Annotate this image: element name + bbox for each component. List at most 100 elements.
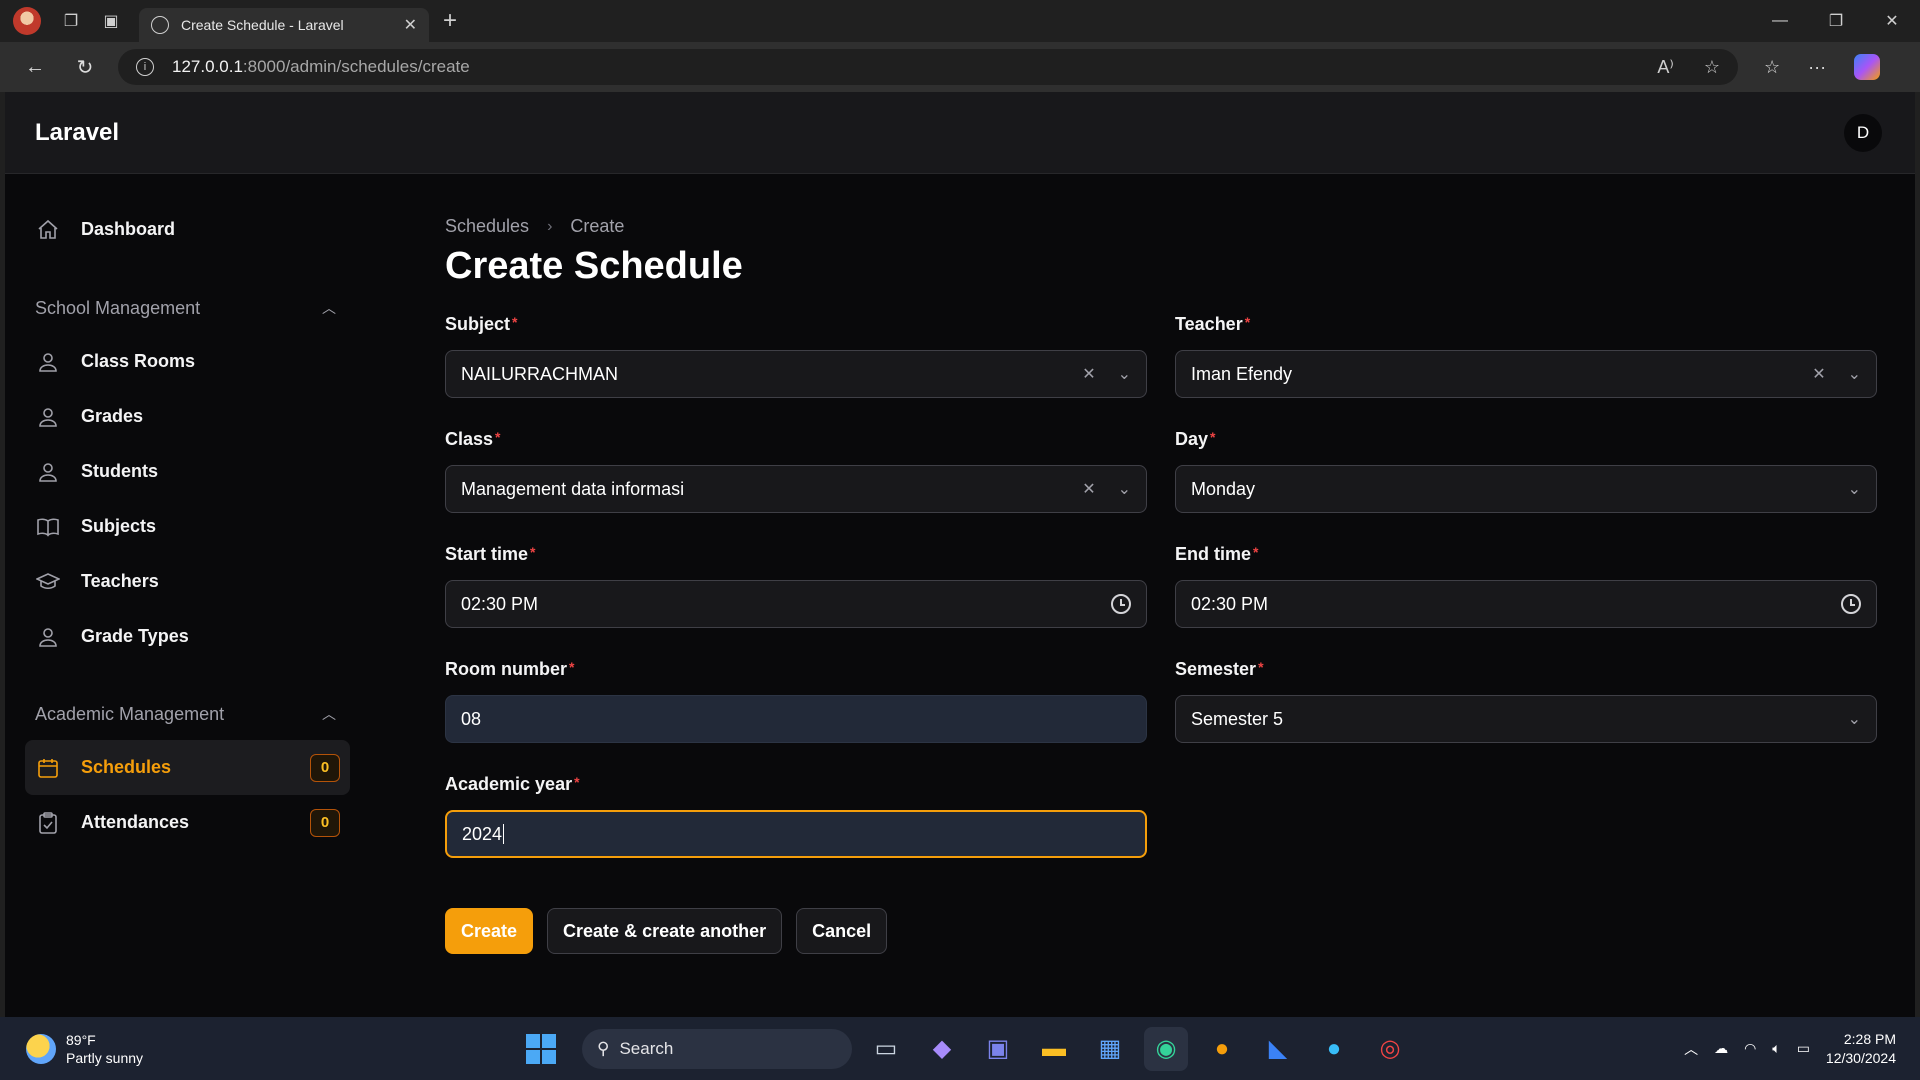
schedule-form: Subject * NAILURRACHMAN ✕ ⌄ Teacher * Iman … — [445, 314, 1887, 954]
system-clock[interactable]: 2:28 PM 12/30/2024 — [1826, 1030, 1896, 1068]
field-label: Day * — [1175, 429, 1877, 453]
clock-icon[interactable] — [1111, 594, 1131, 614]
tab-title: Create Schedule - Laravel — [181, 17, 344, 33]
sidebar-item-class-rooms[interactable]: Class Rooms — [25, 334, 350, 389]
minimize-icon[interactable]: — — [1752, 0, 1808, 42]
breadcrumb-current: Create — [570, 216, 625, 236]
site-info-icon[interactable]: i — [136, 58, 154, 76]
start-time-input[interactable]: 02:30 PM — [445, 580, 1147, 628]
create-another-button[interactable]: Create & create another — [547, 908, 783, 954]
field-label: Semester * — [1175, 659, 1877, 683]
teacher-field: Teacher * Iman Efendy ✕ ⌄ — [1175, 314, 1877, 398]
clipboard-icon — [35, 810, 61, 836]
taskbar-apps: ⚲ Search ▭ ◆ ▣ ▬ ▦ ◉ ● ◣ ● ◎ — [526, 1017, 1412, 1080]
group-header-school-management[interactable]: School Management ︿ — [25, 282, 350, 334]
main-content: Schedules › Create Create Schedule Subje… — [445, 174, 1885, 954]
more-menu-icon[interactable]: ··· — [1808, 57, 1826, 78]
store-icon[interactable]: ▦ — [1088, 1027, 1132, 1071]
cancel-button[interactable]: Cancel — [796, 908, 888, 954]
sidebar-item-grades[interactable]: Grades — [25, 389, 350, 444]
teams-icon[interactable]: ▣ — [976, 1027, 1020, 1071]
page-title: Create Schedule — [445, 245, 743, 287]
taskbar-search[interactable]: ⚲ Search — [582, 1028, 852, 1069]
chevron-up-icon[interactable]: ︿ — [322, 704, 336, 724]
sidebar-item-dashboard[interactable]: Dashboard — [25, 202, 350, 257]
app-topbar: Laravel D — [5, 92, 1915, 174]
required-asterisk: * — [1244, 314, 1251, 330]
clear-icon[interactable]: ✕ — [1082, 364, 1095, 384]
form-actions: Create Create & create another Cancel — [445, 908, 888, 954]
browser-tab[interactable]: Create Schedule - Laravel ✕ — [139, 8, 429, 42]
user-icon — [35, 404, 61, 430]
weather-widget[interactable]: 89°F Partly sunny — [26, 1031, 143, 1067]
day-select[interactable]: Monday ⌄ — [1175, 465, 1877, 513]
tab-actions-icon[interactable]: ▣ — [91, 0, 131, 42]
subject-select[interactable]: NAILURRACHMAN ✕ ⌄ — [445, 350, 1147, 398]
onedrive-icon[interactable]: ☁ — [1714, 1040, 1728, 1057]
url-bar[interactable]: i 127.0.0.1 :8000/admin/schedules/create… — [118, 49, 1738, 85]
sidebar-item-schedules[interactable]: Schedules 0 — [25, 740, 350, 795]
start-time-field: Start time * 02:30 PM — [445, 544, 1147, 628]
clear-icon[interactable]: ✕ — [1812, 364, 1825, 384]
app-icon[interactable]: ● — [1312, 1027, 1356, 1071]
chevron-up-icon[interactable]: ︿ — [1684, 1039, 1698, 1059]
teacher-select[interactable]: Iman Efendy ✕ ⌄ — [1175, 350, 1877, 398]
collections-icon[interactable]: ❐ — [51, 0, 91, 42]
chevron-down-icon[interactable]: ⌄ — [1118, 364, 1131, 384]
input-value: 08 — [461, 708, 482, 729]
windows-start-icon[interactable] — [526, 1033, 556, 1064]
class-select[interactable]: Management data informasi ✕ ⌄ — [445, 465, 1147, 513]
copilot-icon[interactable] — [1854, 54, 1881, 80]
close-tab-icon[interactable]: ✕ — [404, 15, 417, 35]
clock-date: 12/30/2024 — [1825, 1049, 1896, 1066]
back-icon[interactable]: ← — [10, 42, 60, 92]
room-number-input[interactable]: 08 — [445, 695, 1147, 743]
home-icon — [35, 217, 61, 243]
label-text: Day — [1175, 429, 1209, 449]
chevron-up-icon[interactable]: ︿ — [322, 298, 336, 318]
user-icon — [35, 459, 61, 485]
read-aloud-icon[interactable]: A⁾ — [1657, 57, 1673, 78]
profile-avatar[interactable] — [13, 7, 41, 35]
breadcrumb-schedules[interactable]: Schedules — [445, 216, 529, 237]
restore-icon[interactable]: ❐ — [1808, 0, 1864, 42]
chevron-down-icon[interactable]: ⌄ — [1848, 709, 1861, 729]
window-controls: — ❐ ✕ — [1752, 0, 1920, 42]
sidebar-item-teachers[interactable]: Teachers — [25, 554, 350, 609]
sidebar-item-subjects[interactable]: Subjects — [25, 499, 350, 554]
text-caret — [503, 824, 505, 844]
sidebar-item-grade-types[interactable]: Grade Types — [25, 609, 350, 664]
weather-temp: 89°F — [66, 1031, 96, 1048]
favorites-icon[interactable]: ☆ — [1764, 57, 1780, 78]
edge-icon[interactable]: ◉ — [1144, 1026, 1188, 1071]
academic-year-input[interactable]: 2024 — [445, 810, 1147, 858]
user-avatar[interactable]: D — [1844, 113, 1882, 152]
close-window-icon[interactable]: ✕ — [1864, 0, 1920, 42]
copilot-app-icon[interactable]: ◆ — [920, 1027, 964, 1071]
favorite-star-icon[interactable]: ☆ — [1704, 57, 1720, 78]
chevron-down-icon[interactable]: ⌄ — [1118, 479, 1131, 499]
chevron-down-icon[interactable]: ⌄ — [1848, 364, 1861, 384]
semester-select[interactable]: Semester 5 ⌄ — [1175, 695, 1877, 743]
medal-app-icon[interactable]: ● — [1200, 1027, 1244, 1071]
refresh-icon[interactable]: ↻ — [60, 42, 110, 92]
battery-icon[interactable]: ▭ — [1797, 1040, 1810, 1057]
chevron-down-icon[interactable]: ⌄ — [1848, 479, 1861, 499]
group-header-academic-management[interactable]: Academic Management ︿ — [25, 688, 350, 740]
chrome-icon[interactable]: ◎ — [1368, 1027, 1412, 1071]
selected-value: NAILURRACHMAN — [461, 363, 619, 384]
volume-icon[interactable]: 🔈︎ — [1772, 1040, 1780, 1057]
clock-icon[interactable] — [1841, 594, 1861, 614]
vscode-icon[interactable]: ◣ — [1256, 1027, 1300, 1071]
sidebar-item-attendances[interactable]: Attendances 0 — [25, 795, 350, 850]
brand-logo[interactable]: Laravel — [35, 119, 119, 147]
end-time-input[interactable]: 02:30 PM — [1175, 580, 1877, 628]
search-icon: ⚲ — [597, 1038, 610, 1058]
sidebar-item-students[interactable]: Students — [25, 444, 350, 499]
task-view-icon[interactable]: ▭ — [864, 1027, 908, 1071]
file-explorer-icon[interactable]: ▬ — [1032, 1027, 1076, 1071]
new-tab-icon[interactable]: + — [443, 7, 457, 35]
create-button[interactable]: Create — [445, 908, 534, 954]
wifi-icon[interactable]: ◠ — [1744, 1040, 1756, 1057]
clear-icon[interactable]: ✕ — [1082, 479, 1095, 499]
